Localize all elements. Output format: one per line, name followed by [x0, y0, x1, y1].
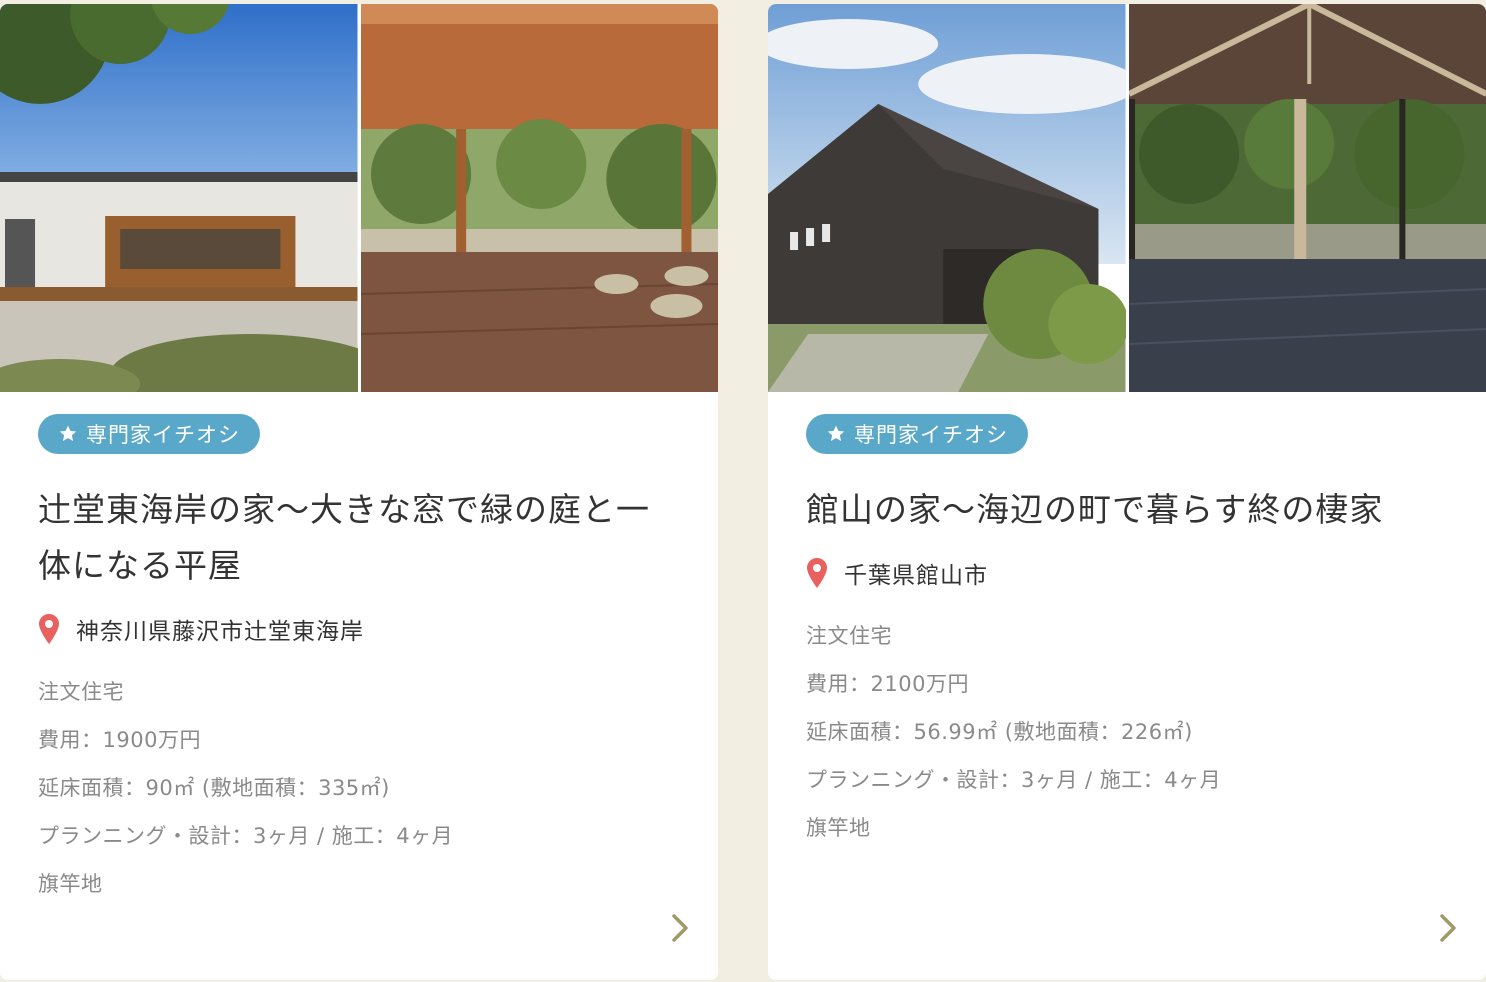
period: プランニング・設計：3ヶ月 / 施工：4ヶ月: [806, 768, 1222, 792]
map-pin-icon: [39, 614, 59, 644]
badge-label: 専門家イチオシ: [86, 423, 240, 447]
case-card[interactable]: 専門家イチオシ 館山の家〜海辺の町で暮らす終の棲家 千葉県館山市 注文住宅 費用…: [768, 4, 1486, 980]
map-pin-icon: [807, 558, 827, 588]
exterior-photo: [768, 4, 1126, 392]
card-meta: 注文住宅 費用：1900万円 延床面積：90㎡ (敷地面積：335㎡) プランニ…: [38, 668, 680, 908]
interior-photo: [1128, 4, 1486, 392]
floor-area: 延床面積：90㎡ (敷地面積：335㎡): [38, 776, 390, 800]
case-card[interactable]: 専門家イチオシ 辻堂東海岸の家〜大きな窓で緑の庭と一体になる平屋 神奈川県藤沢市…: [0, 4, 718, 980]
location: 千葉県館山市: [806, 556, 1448, 590]
interior-photo: [360, 4, 718, 392]
land-type: 旗竿地: [38, 872, 103, 896]
house-type: 注文住宅: [38, 680, 124, 704]
case-card-grid: 専門家イチオシ 辻堂東海岸の家〜大きな窓で緑の庭と一体になる平屋 神奈川県藤沢市…: [0, 0, 1486, 982]
card-body: 専門家イチオシ 辻堂東海岸の家〜大きな窓で緑の庭と一体になる平屋 神奈川県藤沢市…: [0, 392, 718, 980]
recommended-badge: 専門家イチオシ: [806, 414, 1028, 454]
card-body: 専門家イチオシ 館山の家〜海辺の町で暮らす終の棲家 千葉県館山市 注文住宅 費用…: [768, 392, 1486, 980]
house-type: 注文住宅: [806, 624, 892, 648]
cost: 費用：1900万円: [38, 728, 201, 752]
chevron-right-icon[interactable]: [1438, 912, 1458, 944]
location-text: 千葉県館山市: [844, 563, 988, 589]
star-icon: [59, 425, 77, 441]
period: プランニング・設計：3ヶ月 / 施工：4ヶ月: [38, 824, 454, 848]
chevron-right-icon[interactable]: [670, 912, 690, 944]
card-meta: 注文住宅 費用：2100万円 延床面積：56.99㎡ (敷地面積：226㎡) プ…: [806, 612, 1448, 852]
star-icon: [827, 425, 845, 441]
badge-label: 専門家イチオシ: [854, 423, 1008, 447]
card-title[interactable]: 館山の家〜海辺の町で暮らす終の棲家: [806, 482, 1448, 538]
recommended-badge: 専門家イチオシ: [38, 414, 260, 454]
card-title[interactable]: 辻堂東海岸の家〜大きな窓で緑の庭と一体になる平屋: [38, 482, 680, 594]
land-type: 旗竿地: [806, 816, 871, 840]
location: 神奈川県藤沢市辻堂東海岸: [38, 612, 680, 646]
card-photos: [0, 4, 718, 392]
location-text: 神奈川県藤沢市辻堂東海岸: [76, 619, 364, 645]
exterior-photo: [0, 4, 358, 392]
card-photos: [768, 4, 1486, 392]
floor-area: 延床面積：56.99㎡ (敷地面積：226㎡): [806, 720, 1193, 744]
cost: 費用：2100万円: [806, 672, 969, 696]
